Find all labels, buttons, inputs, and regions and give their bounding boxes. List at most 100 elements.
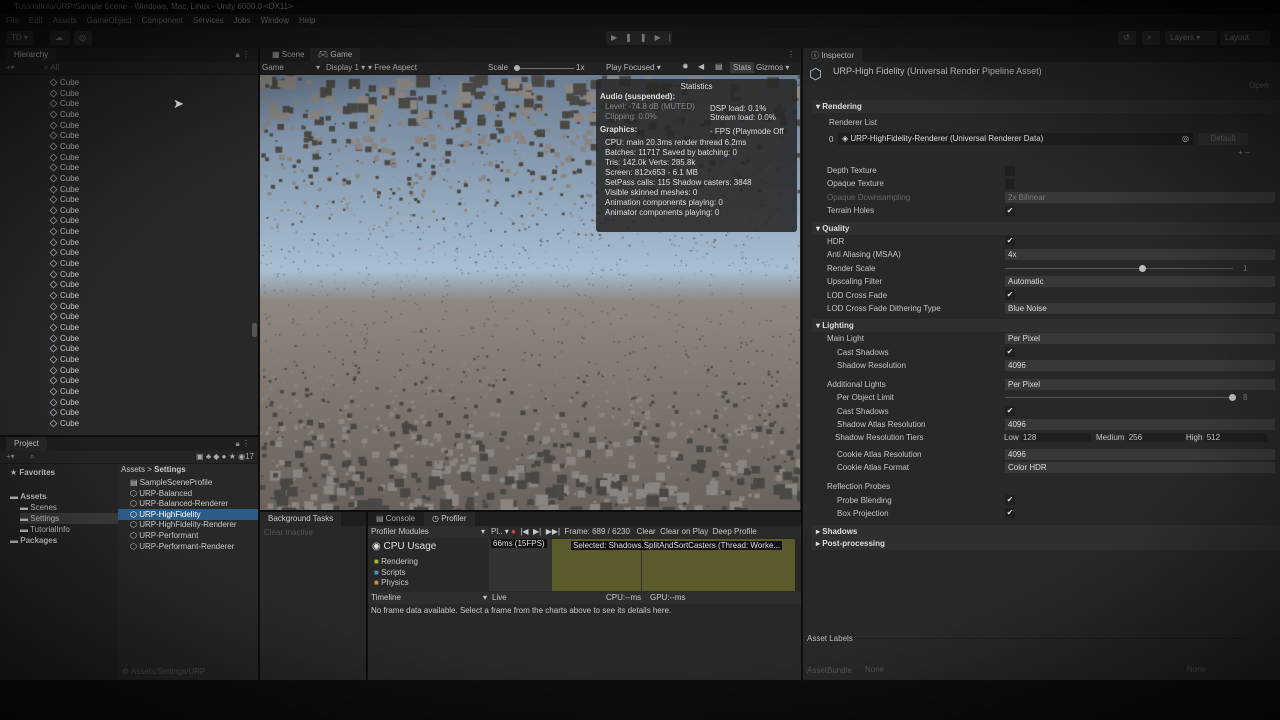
account-button[interactable]: TD ▾ (6, 31, 33, 45)
mute-icon[interactable]: ◀ (698, 62, 704, 71)
target-dropdown[interactable]: Pl.. (491, 527, 503, 536)
hierarchy-item[interactable]: Cube (49, 343, 79, 354)
shadow-resolution-dropdown[interactable]: 4096 (1005, 360, 1275, 371)
cpu-usage-module[interactable]: ◉ CPU Usage (372, 541, 436, 552)
section-post-processing[interactable]: ▸ Post-processing (812, 537, 1280, 550)
renderer-field[interactable]: ◈ URP-HighFidelity-Renderer (Universal R… (838, 133, 1193, 145)
opaque-downsampling-dropdown[interactable]: 2x Bilinear (1005, 192, 1275, 203)
lod-cross-fade-checkbox[interactable]: ✔ (1005, 290, 1015, 300)
file-item[interactable]: ⬡ URP-Balanced (118, 488, 258, 499)
legend-item[interactable]: ■ Physics (374, 578, 418, 589)
add-renderer-button[interactable]: + − (1238, 148, 1250, 157)
hierarchy-item[interactable]: Cube (49, 407, 79, 418)
hierarchy-item[interactable]: Cube (49, 88, 79, 99)
record-button[interactable]: ● (511, 527, 516, 536)
stats-icon[interactable]: ▤ (715, 62, 723, 71)
cookie-res-dropdown[interactable]: 4096 (1005, 449, 1275, 460)
file-item[interactable]: ▤ SampleSceneProfile (118, 477, 258, 488)
hierarchy-item[interactable]: Cube (49, 152, 79, 163)
hierarchy-item[interactable]: Cube (49, 311, 79, 322)
hierarchy-item[interactable]: Cube (49, 301, 79, 312)
hierarchy-item[interactable]: Cube (49, 141, 79, 152)
hierarchy-item[interactable]: Cube (49, 418, 79, 429)
upscaling-dropdown[interactable]: Automatic (1005, 276, 1275, 287)
bug-icon[interactable]: ✹ (682, 62, 689, 71)
tab-scene[interactable]: ▦ Scene (264, 48, 313, 62)
more-icon[interactable]: ⋮ (787, 50, 795, 59)
add-button[interactable]: +▾ (6, 63, 15, 72)
search-icon[interactable]: ⌕ (1142, 31, 1160, 45)
display-dropdown[interactable]: Display 1 ▾ (326, 63, 365, 72)
terrain-holes-checkbox[interactable]: ✔ (1005, 206, 1015, 216)
hierarchy-item[interactable]: Cube (49, 109, 79, 120)
layers-dropdown[interactable]: Layers ▾ (1165, 31, 1217, 45)
tab-game[interactable]: 🎮︎ Game (310, 48, 361, 62)
variant-dropdown[interactable]: None (1187, 665, 1206, 674)
profiler-modules-dropdown[interactable]: Profiler Modules ▾ (368, 526, 488, 538)
create-button[interactable]: +▾ (6, 452, 15, 461)
deep-profile-button[interactable]: Deep Profile (713, 527, 757, 536)
menu-jobs[interactable]: Jobs (234, 16, 251, 26)
menu-component[interactable]: Component (142, 16, 183, 26)
hierarchy-item[interactable]: Cube (49, 226, 79, 237)
tree-item[interactable]: ★ Favorites (10, 467, 55, 478)
view-dropdown[interactable]: Timeline ▾ (371, 593, 487, 602)
clear-button[interactable]: Clear (637, 527, 656, 536)
per-object-limit-value[interactable]: 8 (1243, 393, 1247, 402)
menu-window[interactable]: Window (261, 16, 289, 26)
tree-item[interactable]: ▬ TutorialInfo (20, 524, 70, 535)
hierarchy-item[interactable]: Cube (49, 77, 79, 88)
section-quality[interactable]: ▾ Quality (812, 222, 1280, 235)
hierarchy-search[interactable]: ⌕ All (44, 63, 59, 73)
additional-lights-dropdown[interactable]: Per Pixel (1005, 379, 1275, 390)
menu-help[interactable]: Help (299, 16, 315, 26)
scrollbar[interactable] (252, 323, 257, 337)
additional-cast-shadows-checkbox[interactable]: ✔ (1005, 406, 1015, 416)
legend-item[interactable]: ■ Scripts (374, 568, 418, 579)
render-scale-value[interactable]: 1 (1243, 264, 1247, 273)
tab-inspector[interactable]: ⓘ Inspector (803, 48, 863, 62)
hierarchy-item[interactable]: Cube (49, 173, 79, 184)
hierarchy-item[interactable]: Cube (49, 205, 79, 216)
hierarchy-item[interactable]: Cube (49, 290, 79, 301)
layout-dropdown[interactable]: Layout (1220, 31, 1270, 45)
open-button[interactable]: Open (1249, 81, 1269, 90)
hierarchy-item[interactable]: Cube (49, 269, 79, 280)
clear-on-play-button[interactable]: Clear on Play (660, 527, 708, 536)
hierarchy-item[interactable]: Cube (49, 333, 79, 344)
tier-low-input[interactable]: 128 (1020, 433, 1091, 442)
hierarchy-item[interactable]: Cube (49, 365, 79, 376)
per-object-limit-slider[interactable] (1005, 394, 1236, 401)
tree-item[interactable]: ▬ Packages (10, 535, 57, 546)
file-item[interactable]: ⬡ URP-Balanced-Renderer (118, 498, 258, 509)
collab-icon[interactable]: ◎ (74, 31, 92, 45)
history-icon[interactable]: ↺ (1118, 31, 1136, 45)
section-lighting[interactable]: ▾ Lighting (812, 319, 1280, 332)
default-button[interactable]: Default (1198, 133, 1248, 145)
file-item[interactable]: ⬡ URP-HighFidelity (118, 508, 258, 520)
tab-console[interactable]: ▤ Console (368, 512, 424, 526)
main-light-dropdown[interactable]: Per Pixel (1005, 333, 1275, 344)
main-cast-shadows-checkbox[interactable]: ✔ (1005, 347, 1015, 357)
tab-project[interactable]: Project (6, 437, 47, 451)
hierarchy-item[interactable]: Cube (49, 237, 79, 248)
step-button[interactable]: ▶| (655, 33, 679, 42)
per-object-limit-handle[interactable] (1229, 394, 1236, 401)
hierarchy-item[interactable]: Cube (49, 247, 79, 258)
opaque-texture-checkbox[interactable] (1005, 179, 1015, 189)
hierarchy-item[interactable]: Cube (49, 322, 79, 333)
hierarchy-item[interactable]: Cube (49, 120, 79, 131)
render-scale-slider[interactable] (1005, 265, 1233, 272)
hierarchy-item[interactable]: Cube (49, 184, 79, 195)
section-rendering[interactable]: ▾ Rendering (812, 100, 1280, 113)
prev-frame-button[interactable]: |◀ (520, 527, 528, 536)
cookie-format-dropdown[interactable]: Color HDR (1005, 462, 1275, 473)
hierarchy-item[interactable]: Cube (49, 386, 79, 397)
file-item[interactable]: ⬡ URP-HighFidelity-Renderer (118, 519, 258, 530)
hdr-checkbox[interactable]: ✔ (1005, 236, 1015, 246)
menu-file[interactable]: File (6, 16, 19, 26)
cloud-icon[interactable]: ☁ (50, 31, 70, 45)
aspect-dropdown[interactable]: ▾ Free Aspect (368, 63, 417, 72)
lock-icon[interactable]: 🔒︎ ⋮ (236, 439, 250, 449)
legend-item[interactable]: ■ Rendering (374, 557, 418, 568)
